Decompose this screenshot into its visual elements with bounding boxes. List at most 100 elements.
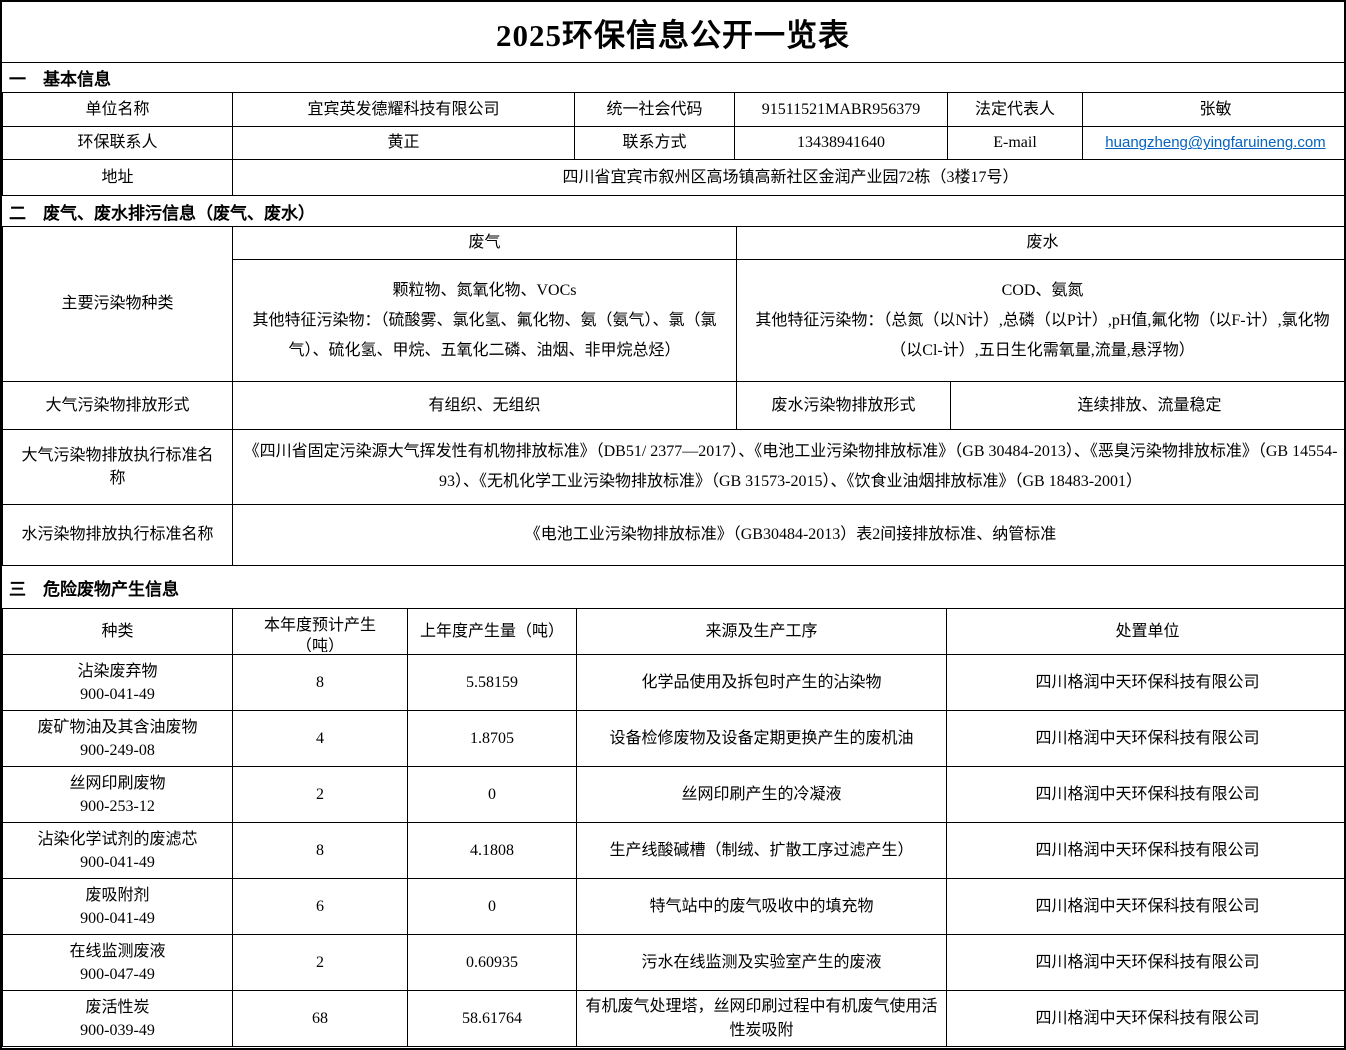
waste-code: 900-249-08 xyxy=(9,739,226,762)
waste-code: 900-039-49 xyxy=(9,1019,226,1042)
waste-code: 900-047-49 xyxy=(9,963,226,986)
waste-code: 900-041-49 xyxy=(9,851,226,874)
air-form-label: 大气污染物排放形式 xyxy=(3,382,233,430)
hazard-row: 废活性炭 900-039-49 68 58.61764 有机废气处理塔，丝网印刷… xyxy=(3,991,1346,1047)
waste-code: 900-041-49 xyxy=(9,907,226,930)
disposal-value: 四川格润中天环保科技有限公司 xyxy=(947,879,1346,935)
hazard-row: 沾染化学试剂的废滤芯 900-041-49 8 4.1808 生产线酸碱槽（制绒… xyxy=(3,823,1346,879)
disposal-value: 四川格润中天环保科技有限公司 xyxy=(947,935,1346,991)
col-header-expected: 本年度预计产生 （吨） xyxy=(233,609,408,655)
hazard-header-row: 种类 本年度预计产生 （吨） 上年度产生量（吨） 来源及生产工序 处置单位 xyxy=(3,609,1346,655)
water-form-value: 连续排放、流量稳定 xyxy=(951,382,1346,430)
phone-value: 13438941640 xyxy=(735,127,948,160)
page-title: 2025环保信息公开一览表 xyxy=(2,2,1344,62)
source-value: 设备检修废物及设备定期更换产生的废机油 xyxy=(577,711,947,767)
source-value: 化学品使用及拆包时产生的沾染物 xyxy=(577,655,947,711)
legal-rep-value: 张敏 xyxy=(1083,93,1346,127)
water-standard-label: 水污染物排放执行标准名称 xyxy=(3,505,233,566)
col-header-expected-text: 本年度预计产生 （吨） xyxy=(239,611,401,652)
section-heading-emission: 二 废气、废水排污信息（废气、废水） xyxy=(2,196,1344,226)
waste-name: 丝网印刷废物 xyxy=(9,772,226,795)
last-year-value: 5.58159 xyxy=(408,655,577,711)
hazard-waste-table: 种类 本年度预计产生 （吨） 上年度产生量（吨） 来源及生产工序 处置单位 沾染… xyxy=(2,608,1346,1047)
waste-name: 沾染废弃物 xyxy=(9,660,226,683)
expected-value: 4 xyxy=(233,711,408,767)
hazard-row: 沾染废弃物 900-041-49 8 5.58159 化学品使用及拆包时产生的沾… xyxy=(3,655,1346,711)
last-year-value: 0 xyxy=(408,879,577,935)
source-value: 生产线酸碱槽（制绒、扩散工序过滤产生） xyxy=(577,823,947,879)
expected-value: 8 xyxy=(233,823,408,879)
col-header-type: 种类 xyxy=(3,609,233,655)
water-pollutants-value: COD、氨氮 其他特征污染物：（总氮（以N计）,总磷（以P计）,pH值,氟化物（… xyxy=(737,260,1346,382)
credit-code-value: 91511521MABR956379 xyxy=(735,93,948,127)
expected-value: 6 xyxy=(233,879,408,935)
hazard-row: 丝网印刷废物 900-253-12 2 0 丝网印刷产生的冷凝液 四川格润中天环… xyxy=(3,767,1346,823)
air-standard-value: 《四川省固定污染源大气挥发性有机物排放标准》（DB51/ 2377—2017）、… xyxy=(233,430,1346,505)
disposal-value: 四川格润中天环保科技有限公司 xyxy=(947,655,1346,711)
hazard-row: 废矿物油及其含油废物 900-249-08 4 1.8705 设备检修废物及设备… xyxy=(3,711,1346,767)
contact-label: 环保联系人 xyxy=(3,127,233,160)
air-standard-label: 大气污染物排放执行标准名称 xyxy=(3,430,233,505)
expected-value: 2 xyxy=(233,935,408,991)
source-value: 污水在线监测及实验室产生的废液 xyxy=(577,935,947,991)
waste-type-cell: 废吸附剂 900-041-49 xyxy=(3,879,233,935)
waste-name: 废矿物油及其含油废物 xyxy=(9,716,226,739)
table-row: 环保联系人 黄正 联系方式 13438941640 E-mail huangzh… xyxy=(3,127,1346,160)
table-row: 大气污染物排放形式 有组织、无组织 废水污染物排放形式 连续排放、流量稳定 xyxy=(3,382,1346,430)
expected-value: 8 xyxy=(233,655,408,711)
gas-pollutants-value: 颗粒物、氮氧化物、VOCs 其他特征污染物：（硫酸雾、氯化氢、氟化物、氨（氨气）… xyxy=(233,260,737,382)
source-value: 特气站中的废气吸收中的填充物 xyxy=(577,879,947,935)
address-label: 地址 xyxy=(3,160,233,196)
phone-label: 联系方式 xyxy=(575,127,735,160)
source-value: 有机废气处理塔，丝网印刷过程中有机废气使用活性炭吸附 xyxy=(577,991,947,1047)
table-row: 主要污染物种类 废气 废水 xyxy=(3,227,1346,260)
expected-value: 68 xyxy=(233,991,408,1047)
last-year-value: 1.8705 xyxy=(408,711,577,767)
disclosure-sheet: 2025环保信息公开一览表 一 基本信息 单位名称 宜宾英发德耀科技有限公司 统… xyxy=(0,0,1346,1050)
legal-rep-label: 法定代表人 xyxy=(948,93,1083,127)
basic-info-table: 单位名称 宜宾英发德耀科技有限公司 统一社会代码 91511521MABR956… xyxy=(2,92,1346,196)
air-form-value: 有组织、无组织 xyxy=(233,382,737,430)
last-year-value: 0.60935 xyxy=(408,935,577,991)
col-header-disposal: 处置单位 xyxy=(947,609,1346,655)
unit-name-label: 单位名称 xyxy=(3,93,233,127)
hazard-row: 废吸附剂 900-041-49 6 0 特气站中的废气吸收中的填充物 四川格润中… xyxy=(3,879,1346,935)
last-year-value: 58.61764 xyxy=(408,991,577,1047)
last-year-value: 0 xyxy=(408,767,577,823)
table-row: 地址 四川省宜宾市叙州区高场镇高新社区金润产业园72栋（3楼17号） xyxy=(3,160,1346,196)
waste-type-cell: 沾染废弃物 900-041-49 xyxy=(3,655,233,711)
unit-name-value: 宜宾英发德耀科技有限公司 xyxy=(233,93,575,127)
waste-type-cell: 废矿物油及其含油废物 900-249-08 xyxy=(3,711,233,767)
credit-code-label: 统一社会代码 xyxy=(575,93,735,127)
waste-code: 900-041-49 xyxy=(9,683,226,706)
water-header: 废水 xyxy=(737,227,1346,260)
pollutant-type-label: 主要污染物种类 xyxy=(3,227,233,382)
section-heading-hazard: 三 危险废物产生信息 xyxy=(2,566,1344,608)
waste-type-cell: 在线监测废液 900-047-49 xyxy=(3,935,233,991)
address-value: 四川省宜宾市叙州区高场镇高新社区金润产业园72栋（3楼17号） xyxy=(233,160,1346,196)
water-standard-value: 《电池工业污染物排放标准》（GB30484-2013）表2间接排放标准、纳管标准 xyxy=(233,505,1346,566)
email-cell: huangzheng@yingfaruineng.com xyxy=(1083,127,1346,160)
contact-value: 黄正 xyxy=(233,127,575,160)
disposal-value: 四川格润中天环保科技有限公司 xyxy=(947,767,1346,823)
emission-table: 主要污染物种类 废气 废水 颗粒物、氮氧化物、VOCs 其他特征污染物：（硫酸雾… xyxy=(2,226,1346,566)
table-row: 大气污染物排放执行标准名称 《四川省固定污染源大气挥发性有机物排放标准》（DB5… xyxy=(3,430,1346,505)
section-heading-basic: 一 基本信息 xyxy=(2,62,1344,92)
hazard-row: 在线监测废液 900-047-49 2 0.60935 污水在线监测及实验室产生… xyxy=(3,935,1346,991)
water-form-label: 废水污染物排放形式 xyxy=(737,382,951,430)
last-year-value: 4.1808 xyxy=(408,823,577,879)
col-header-source: 来源及生产工序 xyxy=(577,609,947,655)
waste-name: 在线监测废液 xyxy=(9,940,226,963)
email-link[interactable]: huangzheng@yingfaruineng.com xyxy=(1105,134,1325,151)
waste-type-cell: 丝网印刷废物 900-253-12 xyxy=(3,767,233,823)
disposal-value: 四川格润中天环保科技有限公司 xyxy=(947,991,1346,1047)
table-row: 单位名称 宜宾英发德耀科技有限公司 统一社会代码 91511521MABR956… xyxy=(3,93,1346,127)
waste-type-cell: 沾染化学试剂的废滤芯 900-041-49 xyxy=(3,823,233,879)
table-row: 水污染物排放执行标准名称 《电池工业污染物排放标准》（GB30484-2013）… xyxy=(3,505,1346,566)
source-value: 丝网印刷产生的冷凝液 xyxy=(577,767,947,823)
disposal-value: 四川格润中天环保科技有限公司 xyxy=(947,823,1346,879)
waste-code: 900-253-12 xyxy=(9,795,226,818)
disposal-value: 四川格润中天环保科技有限公司 xyxy=(947,711,1346,767)
col-header-last-year: 上年度产生量（吨） xyxy=(408,609,577,655)
waste-name: 沾染化学试剂的废滤芯 xyxy=(9,828,226,851)
